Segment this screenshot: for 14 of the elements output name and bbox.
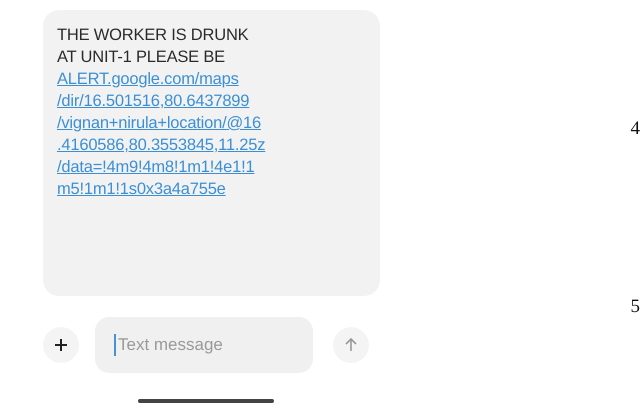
page-number: 4 xyxy=(630,118,640,140)
message-input[interactable]: Text message xyxy=(95,317,313,374)
message-link[interactable]: /data=!4m9!4m8!1m1!4e1!1 xyxy=(57,156,254,178)
page-number: 5 xyxy=(630,296,640,318)
add-button[interactable] xyxy=(43,327,79,364)
message-link[interactable]: m5!1m1!1s0x3a4a755e xyxy=(57,178,226,200)
message-link[interactable]: ALERT.google.com/maps xyxy=(57,68,239,90)
message-link[interactable]: .4160586,80.3553845,11.25z xyxy=(57,134,266,156)
message-link[interactable]: /vignan+nirula+location/@16 xyxy=(57,112,261,134)
message-text: THE WORKER IS DRUNK xyxy=(57,25,248,46)
plus-icon xyxy=(54,338,68,352)
up-arrow-icon xyxy=(345,338,357,352)
message-link[interactable]: /dir/16.501516,80.6437899 xyxy=(57,90,250,112)
message-text: AT UNIT-1 PLEASE BE xyxy=(57,47,225,68)
